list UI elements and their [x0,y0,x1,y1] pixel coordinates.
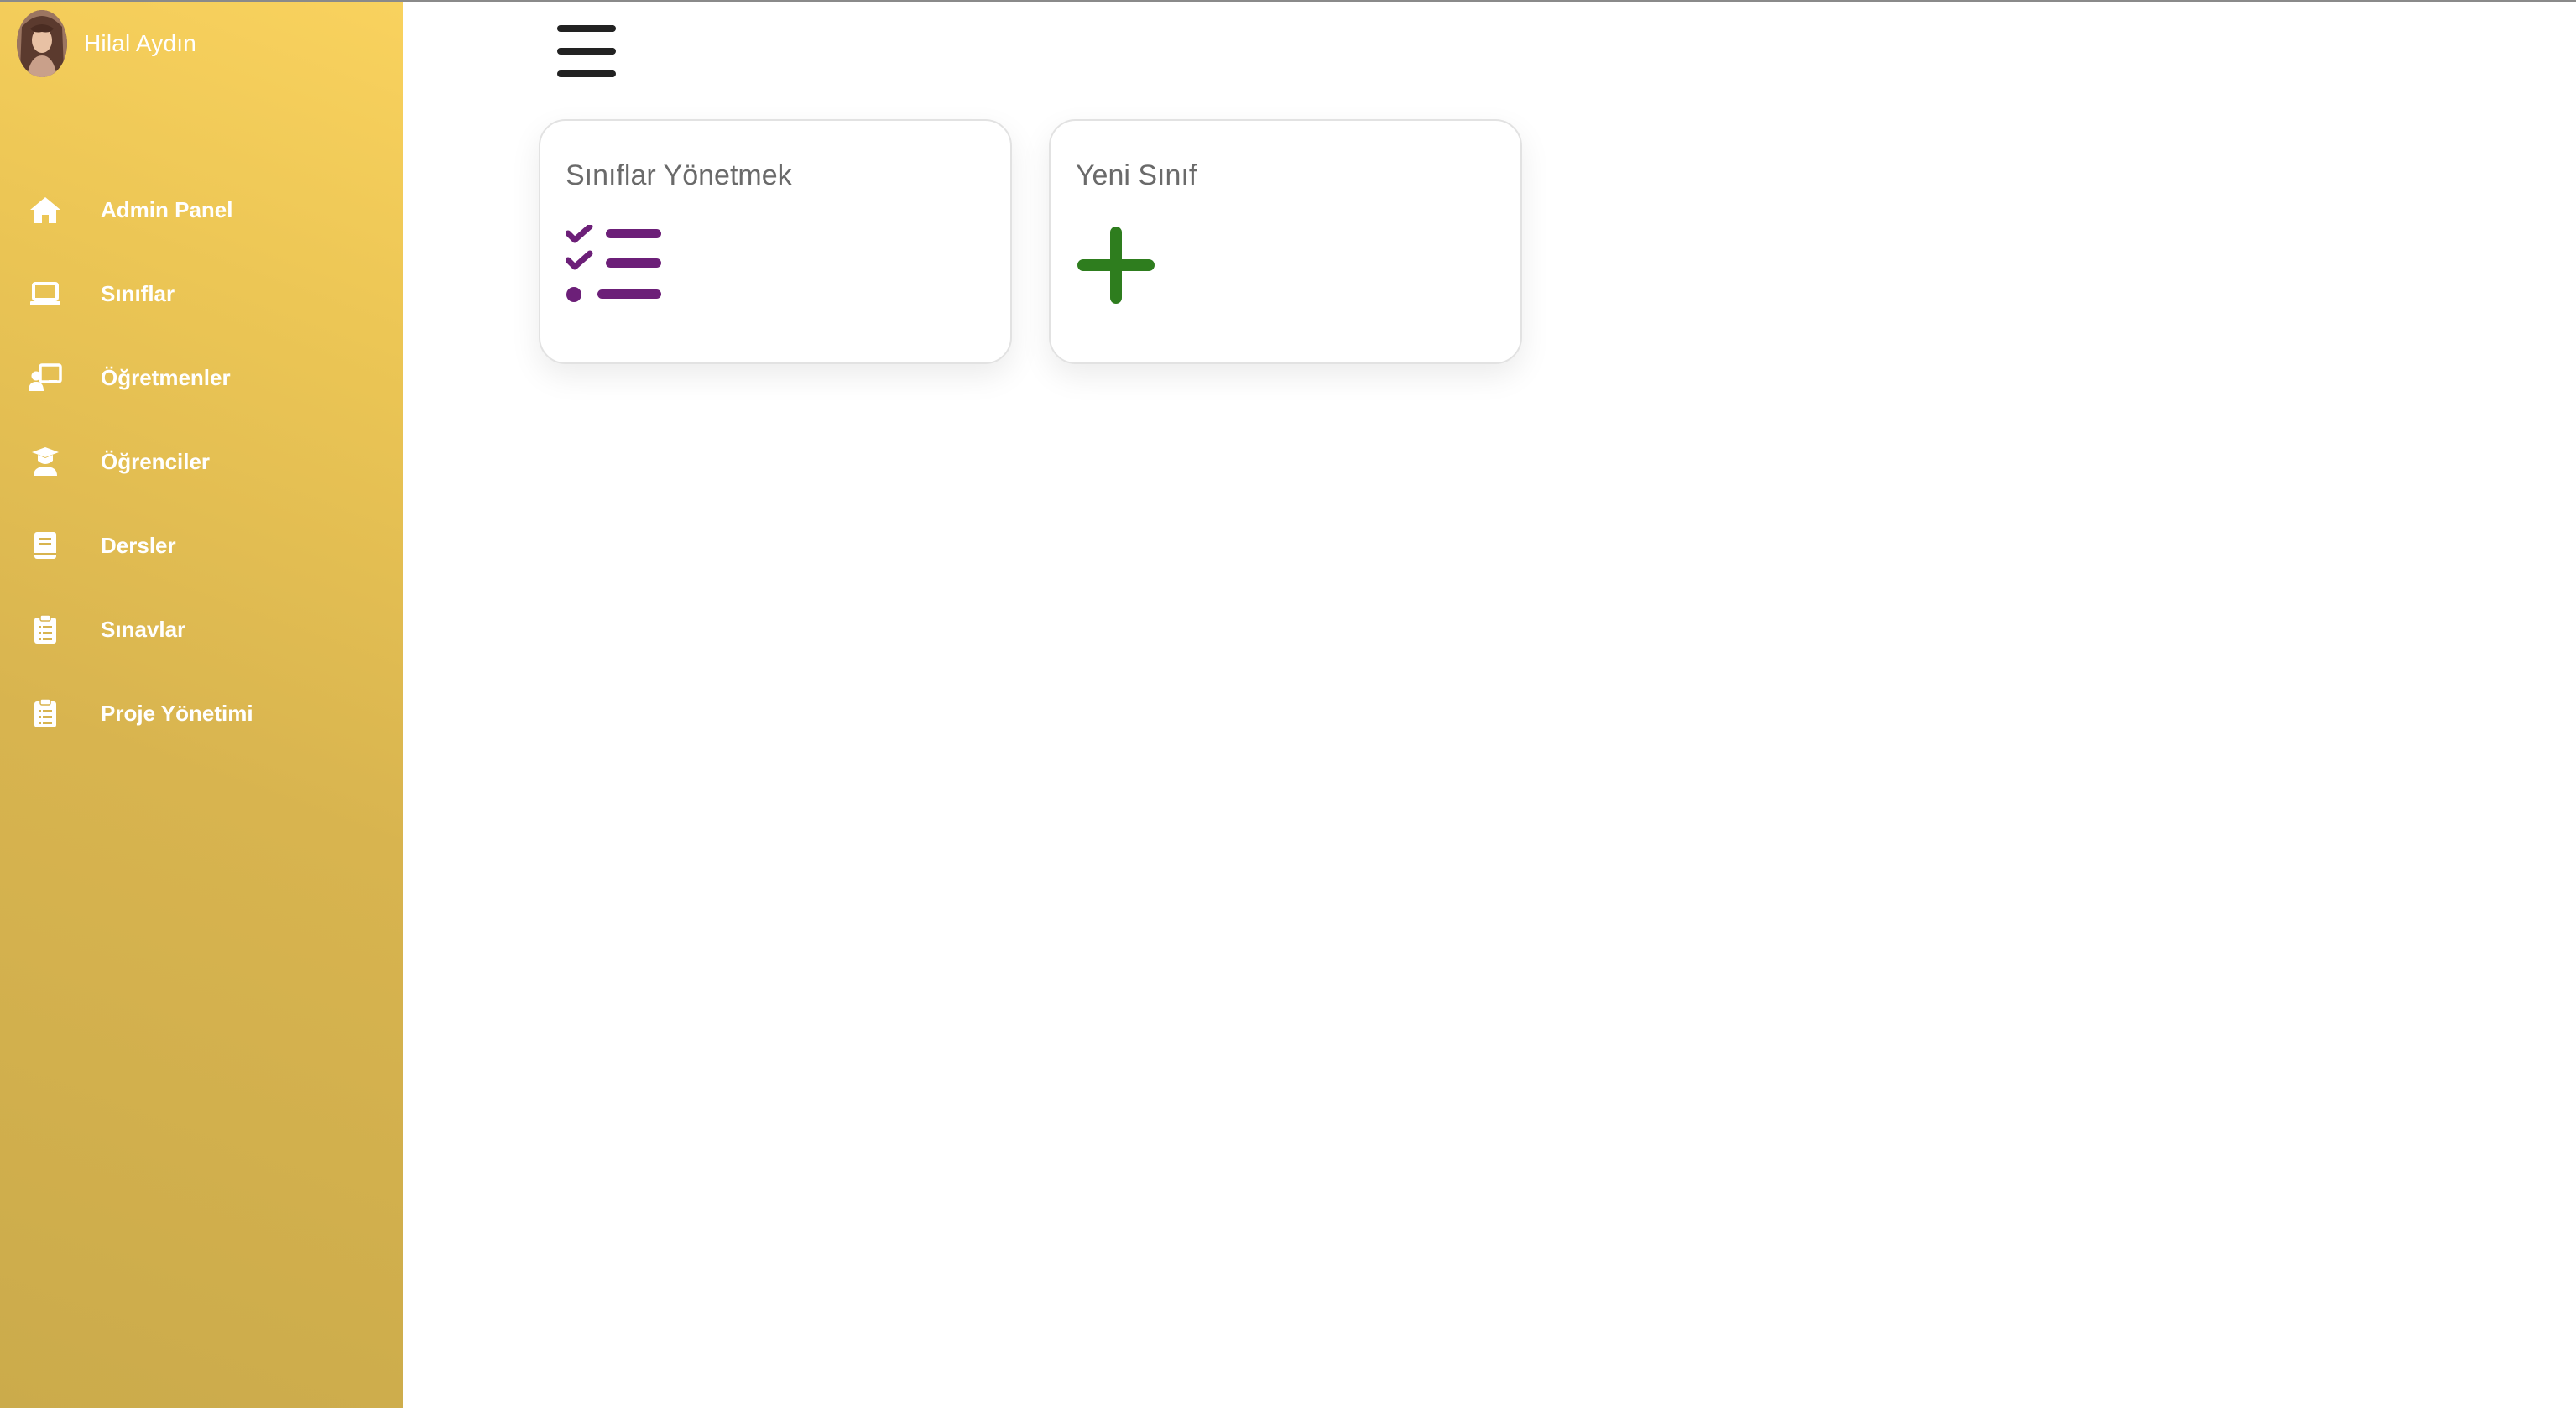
sidebar-item-label: Sınıflar [101,280,175,306]
user-profile[interactable]: Hilal Aydın [17,10,196,77]
user-name: Hilal Aydın [84,30,196,56]
sidebar-nav: Admin Panel Sınıflar Öğretmenler Öğrenci… [0,168,403,755]
clipboard-icon [29,613,62,646]
sidebar-item-label: Sınavlar [101,616,186,642]
sidebar-item-label: Öğretmenler [101,364,231,390]
book-icon [29,529,62,562]
graduate-icon [29,445,62,478]
manage-classes-card[interactable]: Sınıflar Yönetmek [539,119,1012,364]
plus-icon [1076,225,1156,310]
sidebar-item-admin-panel[interactable]: Admin Panel [0,168,403,252]
sidebar-item-label: Dersler [101,532,176,558]
laptop-icon [29,277,62,310]
sidebar-item-ogrenciler[interactable]: Öğrenciler [0,420,403,503]
new-class-card[interactable]: Yeni Sınıf [1049,119,1522,364]
sidebar-item-sinavlar[interactable]: Sınavlar [0,587,403,671]
card-title: Yeni Sınıf [1076,159,1197,191]
sidebar-item-label: Admin Panel [101,196,233,222]
card-title: Sınıflar Yönetmek [566,159,792,191]
home-icon [29,193,62,227]
sidebar-item-siniflar[interactable]: Sınıflar [0,252,403,336]
hamburger-menu-icon[interactable] [555,23,618,79]
sidebar-item-proje-yonetimi[interactable]: Proje Yönetimi [0,671,403,755]
checklist-icon [565,223,663,306]
sidebar: Hilal Aydın Admin Panel Sınıflar Öğretme… [0,0,403,1408]
clipboard-icon [29,696,62,730]
sidebar-item-dersler[interactable]: Dersler [0,503,403,587]
sidebar-item-label: Proje Yönetimi [101,700,253,726]
avatar [17,10,67,77]
teacher-board-icon [29,361,62,394]
top-border [0,0,2576,2]
sidebar-item-ogretmenler[interactable]: Öğretmenler [0,336,403,420]
sidebar-item-label: Öğrenciler [101,448,211,474]
